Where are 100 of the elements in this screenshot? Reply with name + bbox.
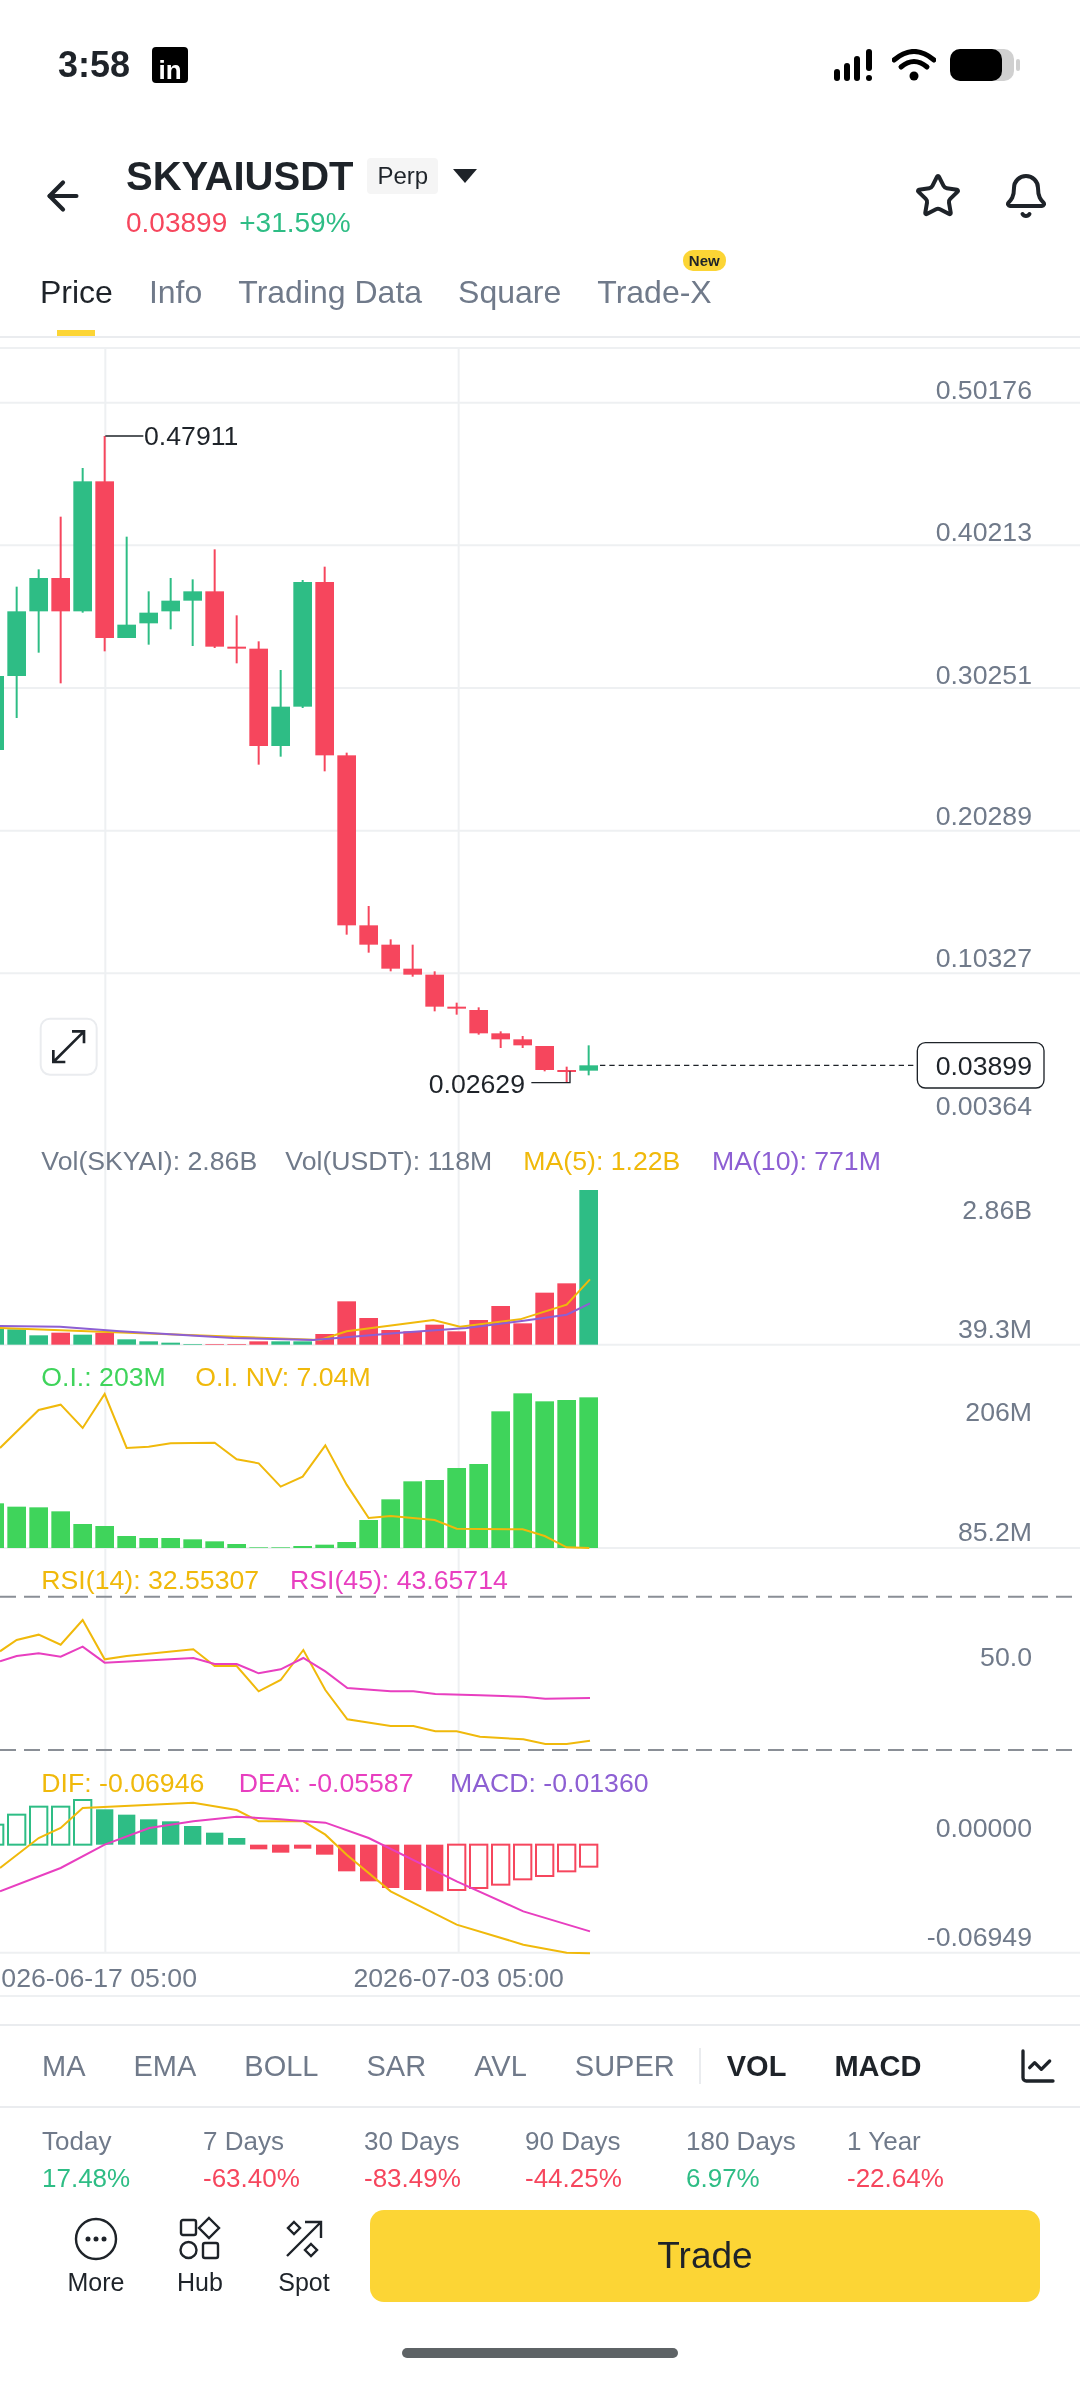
indicator-tab[interactable]: SAR	[366, 2049, 427, 2083]
legend-label: DIF: -0.06946	[41, 1768, 205, 1798]
volume-bar	[513, 1323, 532, 1345]
legend-label: MA(5): 1.22B	[523, 1146, 681, 1176]
open-interest-bar	[381, 1499, 400, 1548]
macd-bar	[535, 1843, 555, 1877]
legend-label: O.I. NV: 7.04M	[195, 1362, 371, 1392]
action-button[interactable]: Spot	[252, 2215, 356, 2297]
new-badge: New	[682, 250, 726, 271]
macd-bar	[272, 1844, 290, 1853]
indicator-tab[interactable]: MACD	[834, 2049, 922, 2083]
volume-bar	[293, 1341, 312, 1345]
volume-bar	[337, 1301, 356, 1345]
volume-bar	[51, 1332, 70, 1345]
pair-title: SKYAIUSDT	[126, 153, 354, 199]
legend-label: Vol(SKYAI): 2.86B	[41, 1146, 258, 1176]
period-label: Today	[42, 2126, 113, 2157]
more-icon	[73, 2215, 119, 2262]
tab[interactable]: Square	[458, 262, 562, 336]
price-axis-label: 0.50176	[935, 374, 1032, 405]
macd-bar	[51, 1805, 71, 1846]
open-interest-bar	[425, 1480, 444, 1548]
period-change: -22.64%	[847, 2163, 945, 2194]
open-interest-bar	[161, 1538, 180, 1548]
time-axis-label: 026-06-17 05:00	[1, 1963, 197, 1994]
last-price: 0.03899	[126, 206, 228, 239]
candlestick	[491, 1030, 510, 1049]
indicator-tab[interactable]: AVL	[474, 2049, 527, 2083]
volume-bar	[535, 1292, 554, 1345]
volume-bar	[557, 1283, 576, 1345]
volume-bar	[0, 1328, 4, 1345]
period-change: -44.25%	[525, 2163, 623, 2194]
period-label: 1 Year	[847, 2126, 922, 2157]
macd-bar	[491, 1843, 511, 1886]
open-interest-bar	[359, 1520, 378, 1548]
period-change: -63.40%	[203, 2163, 301, 2194]
action-button[interactable]: More	[44, 2215, 148, 2297]
macd-bar	[118, 1814, 136, 1845]
legend-label: O.I.: 203M	[41, 1362, 166, 1392]
macd-bar	[447, 1843, 467, 1891]
macd-bar	[7, 1813, 27, 1846]
macd-bar	[469, 1843, 489, 1889]
battery-icon	[950, 48, 1022, 82]
volume-bar	[315, 1334, 334, 1345]
shapes-icon	[177, 2215, 223, 2262]
candlestick	[183, 578, 202, 647]
open-interest-bar	[183, 1539, 202, 1548]
legend-label: RSI(14): 32.55307	[41, 1564, 260, 1595]
tab[interactable]: Trading Data	[238, 262, 423, 336]
candlestick	[359, 905, 378, 954]
open-interest-bar	[0, 1503, 4, 1548]
tab[interactable]: Info	[148, 262, 203, 336]
wifi-icon	[892, 49, 936, 81]
period-label: 7 Days	[203, 2126, 285, 2157]
volume-bar	[139, 1341, 158, 1345]
trade-button[interactable]: Trade	[370, 2210, 1040, 2302]
indicator-tab[interactable]: MA	[42, 2049, 86, 2083]
open-interest-bar	[315, 1544, 334, 1548]
volume-bar	[271, 1341, 290, 1345]
open-interest-bar	[227, 1544, 246, 1548]
expand-button[interactable]	[39, 1017, 98, 1076]
candlestick	[469, 1006, 488, 1036]
price-axis-label: 0.10327	[935, 943, 1032, 974]
price-axis-label: 0.30251	[935, 660, 1032, 690]
candlestick	[227, 614, 246, 665]
macd-bar	[250, 1844, 268, 1850]
candlestick	[447, 1001, 466, 1016]
indicator-tab[interactable]: BOLL	[244, 2049, 319, 2083]
tab[interactable]: Price	[40, 262, 113, 336]
macd-bar	[316, 1844, 334, 1855]
axis-label: 85.2M	[957, 1516, 1032, 1547]
macd-bar	[426, 1844, 444, 1892]
macd-bar	[404, 1844, 422, 1890]
legend-label: MACD: -0.01360	[450, 1768, 649, 1798]
leader-line	[530, 1070, 571, 1084]
open-interest-bar	[29, 1507, 48, 1548]
price-change: +31.59%	[239, 206, 351, 239]
candlestick	[425, 970, 444, 1013]
candlestick	[381, 938, 400, 973]
candlestick	[579, 1044, 598, 1077]
dropdown-caret-icon[interactable]	[452, 168, 479, 184]
app-badge: in	[152, 47, 189, 83]
indicator-tab[interactable]: EMA	[133, 2049, 197, 2083]
macd-bar	[162, 1821, 180, 1845]
indicator-tab[interactable]: SUPER	[574, 2049, 675, 2083]
macd-bar	[579, 1843, 599, 1868]
action-button[interactable]: Hub	[148, 2215, 252, 2297]
price-axis-label: 0.00364	[935, 1091, 1032, 1122]
candlestick	[161, 577, 180, 631]
macd-bar	[338, 1844, 356, 1872]
axis-label: 50.0	[980, 1642, 1032, 1672]
price-axis-label: 0.40213	[935, 516, 1032, 547]
contract-badge: Perp	[367, 158, 439, 194]
open-interest-bar	[403, 1481, 422, 1548]
period-label: 180 Days	[686, 2126, 797, 2157]
volume-bar	[29, 1335, 48, 1345]
indicator-tab[interactable]: VOL	[726, 2049, 787, 2083]
candlestick	[557, 1065, 576, 1084]
open-interest-bar	[51, 1511, 70, 1548]
macd-bar	[382, 1844, 400, 1888]
